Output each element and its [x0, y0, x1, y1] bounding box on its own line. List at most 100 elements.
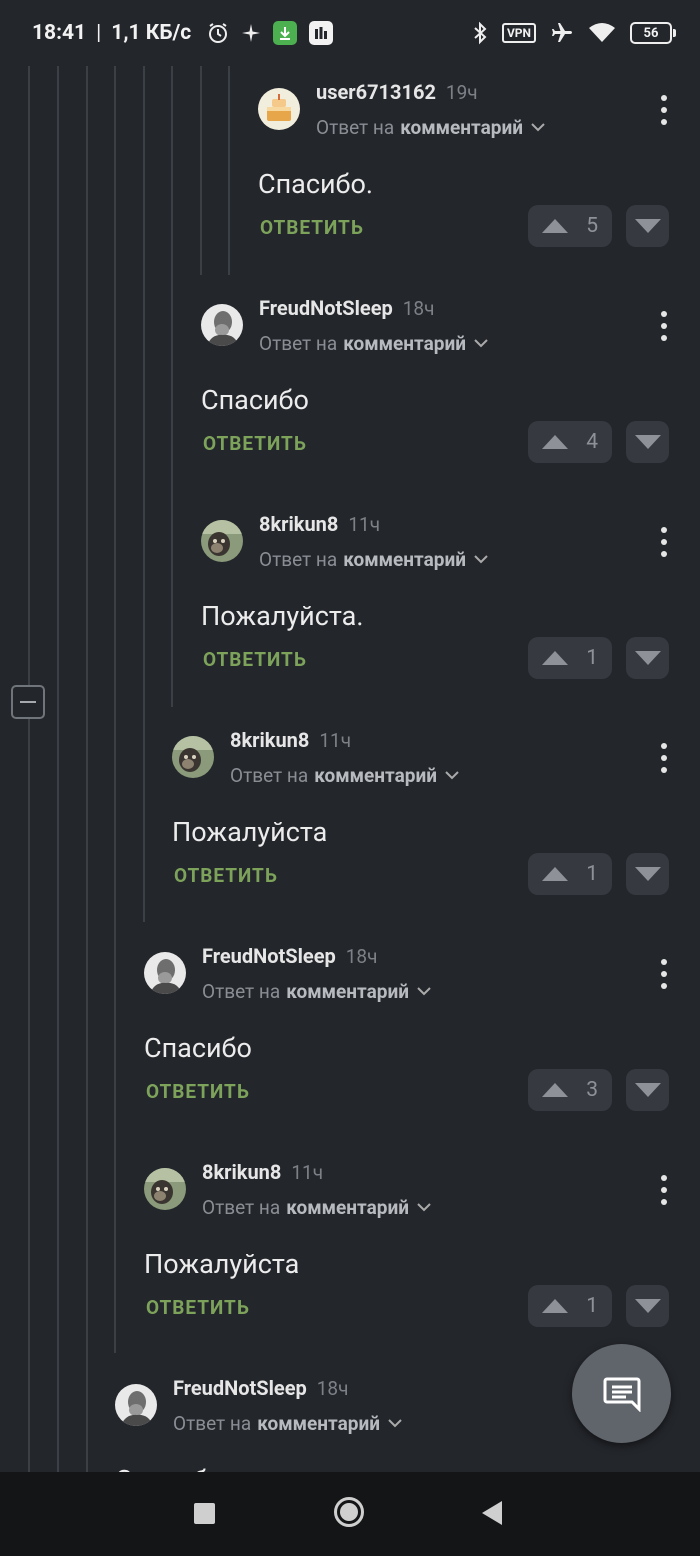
comment-author[interactable]: FreudNotSleep 18ч	[202, 944, 377, 968]
upvote-icon	[542, 651, 568, 665]
chevron-down-icon	[445, 771, 459, 780]
chevron-down-icon	[417, 987, 431, 996]
reply-button[interactable]: ОТВЕТИТЬ	[203, 648, 307, 671]
vpn-icon: VPN	[501, 23, 536, 43]
user-avatar[interactable]	[201, 520, 243, 562]
thread-line	[143, 66, 145, 922]
upvote-button[interactable]: 1	[528, 1285, 612, 1327]
reply-button[interactable]: ОТВЕТИТЬ	[146, 1296, 250, 1319]
comment: FreudNotSleep18ч Ответ накомментарий Спа…	[201, 288, 700, 504]
upvote-button[interactable]: 4	[528, 421, 612, 463]
comment: 8krikun8 11ч Ответ на комментарий Пожалуйс…	[201, 504, 700, 720]
comment-author[interactable]: FreudNotSleep 18ч	[173, 1376, 348, 1400]
vote-count: 3	[586, 1078, 598, 1102]
comment-text: Спасибо	[201, 384, 309, 416]
upvote-icon	[542, 219, 568, 233]
chevron-down-icon	[388, 1419, 402, 1428]
downvote-button[interactable]	[626, 205, 669, 247]
thread-line	[28, 719, 30, 1472]
more-options-icon[interactable]	[656, 92, 672, 128]
comment: user6713162 19ч Ответ на комментарий Спаси…	[258, 72, 700, 288]
comment-author[interactable]: user6713162 19ч	[316, 80, 478, 104]
downvote-button[interactable]	[626, 853, 669, 895]
downvote-icon	[634, 435, 661, 449]
comment-author[interactable]: 8krikun8 11ч	[202, 1160, 323, 1184]
battery-icon: 56	[630, 22, 676, 44]
comment-author[interactable]: 8krikun8 11ч	[259, 512, 380, 536]
more-options-icon[interactable]	[656, 308, 672, 344]
comment-text: Спасибо	[144, 1032, 252, 1064]
home-icon[interactable]	[334, 1497, 364, 1527]
more-options-icon[interactable]	[656, 956, 672, 992]
comment-text: Пожалуйста	[144, 1248, 300, 1280]
comment-time: 18ч	[345, 945, 378, 968]
thread-line	[200, 66, 202, 275]
collapse-thread-button[interactable]	[11, 685, 45, 719]
user-avatar[interactable]	[144, 952, 186, 994]
upvote-button[interactable]: 5	[528, 205, 612, 247]
app-icon	[309, 21, 334, 45]
sparkle-icon	[241, 23, 261, 43]
downvote-button[interactable]	[626, 421, 669, 463]
airplane-icon	[550, 21, 574, 45]
recents-icon[interactable]	[194, 1503, 215, 1524]
reply-button[interactable]: ОТВЕТИТЬ	[146, 1080, 250, 1103]
comment-author[interactable]: 8krikun8 11ч	[230, 728, 351, 752]
downvote-button[interactable]	[626, 637, 669, 679]
user-avatar[interactable]	[201, 304, 243, 346]
comment-time: 11ч	[319, 729, 352, 752]
chevron-down-icon	[531, 123, 545, 132]
downvote-button[interactable]	[626, 1069, 669, 1111]
reply-to-link[interactable]: Ответ на комментарий	[259, 548, 488, 571]
upvote-button[interactable]: 1	[528, 853, 612, 895]
comment-icon	[603, 1377, 640, 1412]
user-avatar[interactable]	[115, 1384, 157, 1426]
chevron-down-icon	[474, 555, 488, 564]
comment-text: Спасибо	[115, 1464, 223, 1472]
downvote-button[interactable]	[626, 1285, 669, 1327]
more-options-icon[interactable]	[656, 524, 672, 560]
upvote-icon	[542, 867, 568, 881]
downvote-icon	[634, 219, 661, 233]
vote-count: 5	[586, 214, 598, 238]
thread-line	[114, 66, 116, 1353]
user-avatar[interactable]	[172, 736, 214, 778]
back-icon[interactable]	[482, 1501, 502, 1525]
downvote-icon	[634, 1299, 661, 1313]
chevron-down-icon	[417, 1203, 431, 1212]
reply-button[interactable]: ОТВЕТИТЬ	[174, 864, 278, 887]
downvote-icon	[634, 1083, 661, 1097]
comment: 8krikun8 11ч Ответ на комментарий Пожалуйс…	[172, 720, 700, 936]
more-options-icon[interactable]	[656, 1172, 672, 1208]
status-speed: 1,1 КБ/с	[111, 21, 192, 45]
status-bar: 18:41 | 1,1 КБ/с VPN 56	[0, 0, 700, 66]
reply-to-link[interactable]: Ответ на комментарий	[230, 764, 459, 787]
comment-time: 19ч	[445, 81, 478, 104]
vote-count: 1	[586, 646, 598, 670]
upvote-button[interactable]: 3	[528, 1069, 612, 1111]
reply-to-link[interactable]: Ответ на комментарий	[173, 1412, 402, 1435]
comment-author[interactable]: FreudNotSleep 18ч	[259, 296, 434, 320]
thread-line	[171, 66, 173, 707]
comment-text: Спасибо.	[258, 168, 374, 200]
wifi-icon	[588, 22, 616, 44]
reply-to-link[interactable]: Ответ на комментарий	[202, 1196, 431, 1219]
comment: 8krikun8 11ч Ответ на комментарий Пожалуйс…	[144, 1152, 700, 1368]
reply-to-link[interactable]: Ответ на комментарий	[316, 116, 545, 139]
reply-button[interactable]: ОТВЕТИТЬ	[260, 216, 364, 239]
download-icon	[273, 21, 298, 45]
reply-to-link[interactable]: Ответ на комментарий	[259, 332, 488, 355]
reply-to-link[interactable]: Ответ на комментарий	[202, 980, 431, 1003]
comment-time: 18ч	[316, 1377, 349, 1400]
downvote-icon	[634, 651, 661, 665]
thread-line	[86, 66, 88, 1472]
comment-time: 11ч	[291, 1161, 324, 1184]
comment-text: Пожалуйста	[172, 816, 328, 848]
more-options-icon[interactable]	[656, 740, 672, 776]
status-separator: |	[96, 21, 102, 45]
user-avatar[interactable]	[144, 1168, 186, 1210]
write-comment-button[interactable]	[572, 1344, 671, 1443]
reply-button[interactable]: ОТВЕТИТЬ	[203, 432, 307, 455]
upvote-button[interactable]: 1	[528, 637, 612, 679]
user-avatar[interactable]	[258, 88, 300, 130]
